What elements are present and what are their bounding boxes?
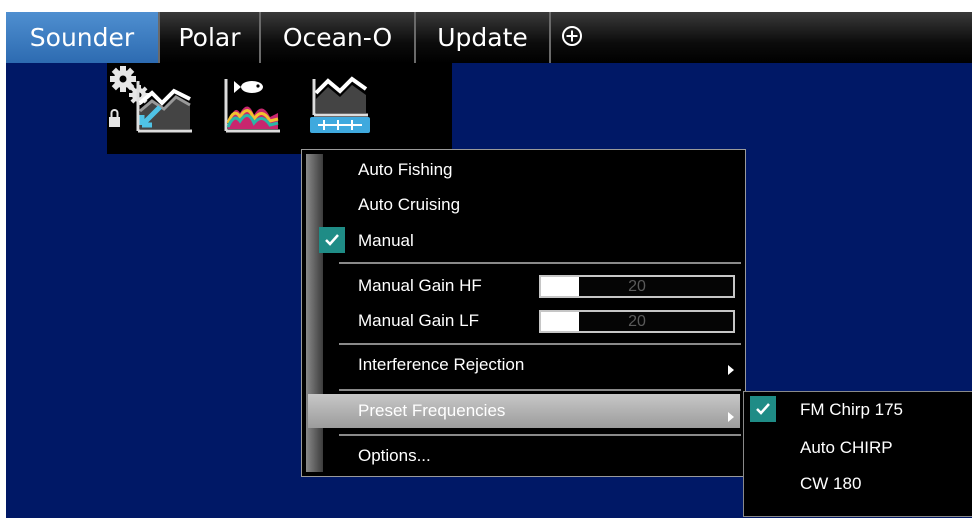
manual-gain-lf-slider[interactable]: 20 <box>539 310 735 333</box>
menu-item-auto-fishing[interactable]: Auto Fishing <box>358 160 453 180</box>
gain-mode-menu: Auto Fishing Auto Cruising Manual Manual… <box>301 149 746 477</box>
manual-check <box>319 227 345 253</box>
add-tab-button[interactable] <box>551 12 595 63</box>
menu-separator <box>339 343 741 345</box>
tab-polar[interactable]: Polar <box>160 12 261 63</box>
submenu-item-auto-chirp[interactable]: Auto CHIRP <box>800 438 893 458</box>
manual-gain-lf-value: 20 <box>628 313 646 330</box>
manual-gain-icon[interactable] <box>308 73 372 137</box>
submenu-arrow-icon <box>728 412 734 422</box>
menu-item-auto-cruising[interactable]: Auto Cruising <box>358 195 460 215</box>
checkmark-icon <box>325 234 339 246</box>
menu-item-options[interactable]: Options... <box>358 446 431 466</box>
tab-update[interactable]: Update <box>416 12 551 63</box>
menu-separator <box>339 262 741 264</box>
manual-gain-lf-label: Manual Gain LF <box>358 311 479 330</box>
manual-gain-hf-value: 20 <box>628 278 646 295</box>
preset-frequencies-submenu: FM Chirp 175 Auto CHIRP CW 180 <box>743 391 972 517</box>
sounder-toolbar <box>107 63 452 154</box>
checkmark-icon <box>756 403 770 415</box>
submenu-arrow-icon <box>728 365 734 375</box>
menu-item-interference-rejection[interactable]: Interference Rejection <box>358 355 524 375</box>
tab-sounder[interactable]: Sounder <box>6 12 160 63</box>
manual-gain-hf-label: Manual Gain HF <box>358 276 482 295</box>
tab-ocean-o[interactable]: Ocean-O <box>261 12 416 63</box>
sounder-cursor-icon[interactable] <box>132 73 196 137</box>
sounder-screen: Sounder Polar Ocean-O Update Auto Fishin… <box>6 12 972 518</box>
submenu-item-cw-180[interactable]: CW 180 <box>800 474 861 494</box>
fish-echo-icon[interactable] <box>220 73 284 137</box>
circle-plus-icon <box>562 26 582 46</box>
menu-item-manual[interactable]: Manual <box>358 231 414 251</box>
menu-separator <box>339 389 741 391</box>
menu-item-preset-frequencies[interactable]: Preset Frequencies <box>358 401 505 421</box>
fm-chirp-check <box>750 396 776 422</box>
submenu-item-fm-chirp-175[interactable]: FM Chirp 175 <box>800 400 903 420</box>
menu-separator <box>339 434 741 436</box>
manual-gain-hf-slider[interactable]: 20 <box>539 275 735 298</box>
tab-bar: Sounder Polar Ocean-O Update <box>6 12 972 63</box>
